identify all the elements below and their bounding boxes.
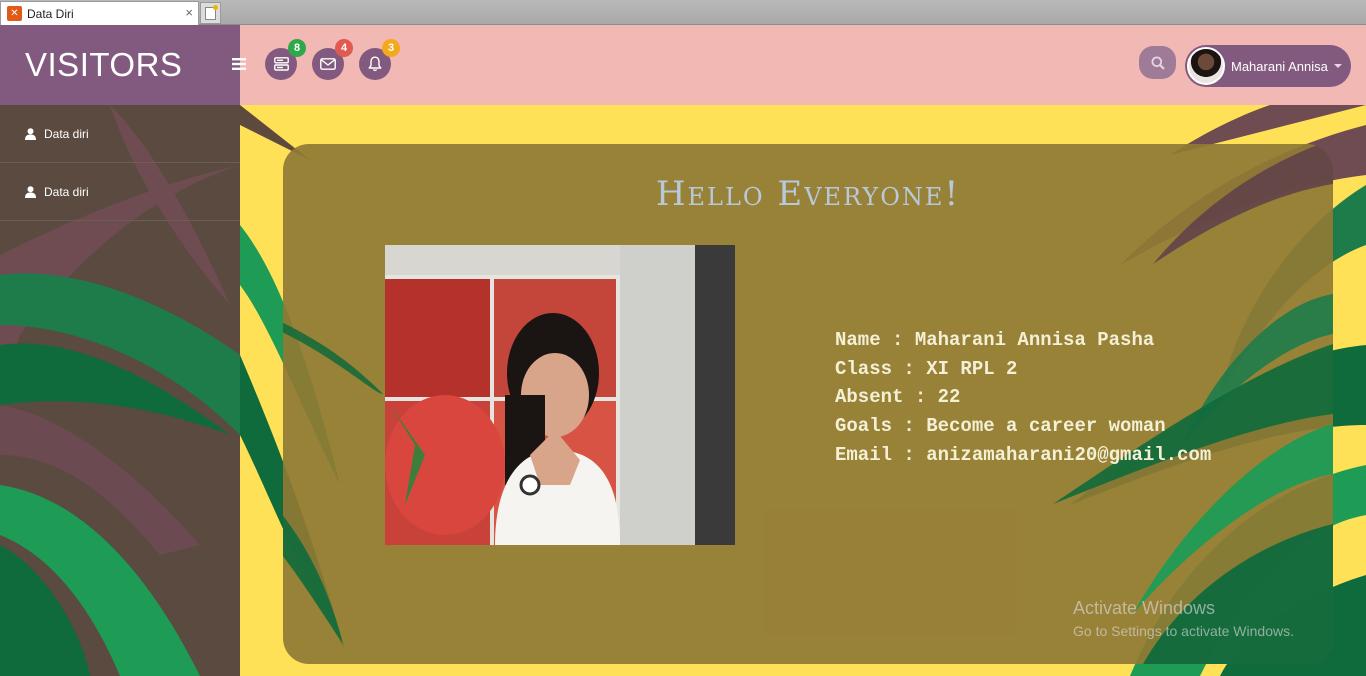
profile-photo-image — [385, 245, 735, 545]
notifications-badge: 3 — [382, 39, 400, 57]
user-icon — [25, 127, 36, 140]
envelope-icon — [320, 58, 336, 70]
browser-tab-strip: ✕ Data Diri × — [0, 0, 1366, 25]
profile-photo — [385, 245, 735, 545]
messages-button[interactable]: 4 — [312, 39, 353, 80]
search-icon — [1151, 56, 1165, 70]
tasks-button[interactable]: 8 — [265, 39, 306, 80]
tasks-badge: 8 — [288, 39, 306, 57]
sidebar-item-data-diri[interactable]: Data diri — [0, 105, 240, 163]
hamburger-icon — [232, 58, 246, 70]
info-goals: Goals : Become a career woman — [835, 415, 1166, 438]
browser-tab[interactable]: ✕ Data Diri × — [0, 1, 199, 25]
watermark-title: Activate Windows — [1073, 598, 1216, 618]
server-icon — [273, 57, 289, 71]
chevron-down-icon — [1333, 64, 1342, 68]
search-button[interactable] — [1139, 46, 1176, 79]
user-name: Maharani Annisa — [1231, 58, 1328, 74]
sidebar-item-label: Data diri — [44, 184, 89, 199]
user-icon — [25, 185, 36, 198]
info-absent: Absent : 22 — [835, 386, 961, 409]
info-class: Class : XI RPL 2 — [835, 357, 1018, 380]
main-content: Hello Everyone! Name: Maharani Annisa P… — [240, 105, 1366, 676]
sidebar-item-label: Data diri — [44, 126, 89, 141]
sidebar-item-data-diri[interactable]: Data diri — [0, 163, 240, 221]
profile-card: Hello Everyone! Name: Maharani Annisa P… — [283, 144, 1333, 664]
avatar — [1187, 47, 1225, 85]
menu-toggle-button[interactable] — [229, 53, 249, 75]
xampp-icon: ✕ — [7, 6, 22, 21]
activation-watermark: Activate Windows Go to Settings to activ… — [1073, 598, 1294, 639]
messages-badge: 4 — [335, 39, 353, 57]
user-menu[interactable]: Maharani Annisa — [1185, 45, 1351, 87]
page-title: Hello Everyone! — [655, 174, 961, 214]
brand-logo[interactable]: VISITORS — [0, 25, 240, 105]
profile-info: Name : Maharani Annisa Pasha Class : XI … — [835, 326, 1211, 470]
info-email: Email : anizamaharani20@gmail.com — [835, 443, 1212, 466]
new-tab-button[interactable] — [200, 2, 221, 24]
notifications-button[interactable]: 3 — [359, 39, 400, 80]
new-tab-icon — [205, 4, 218, 20]
close-icon[interactable]: × — [185, 5, 193, 20]
sidebar: Data diri Data diri — [0, 105, 240, 676]
info-name: Name : Maharani Annisa Pasha — [835, 329, 1155, 351]
bell-icon — [368, 56, 382, 72]
tab-title: Data Diri — [27, 6, 74, 21]
watermark-subtitle: Go to Settings to activate Windows. — [1073, 623, 1294, 639]
